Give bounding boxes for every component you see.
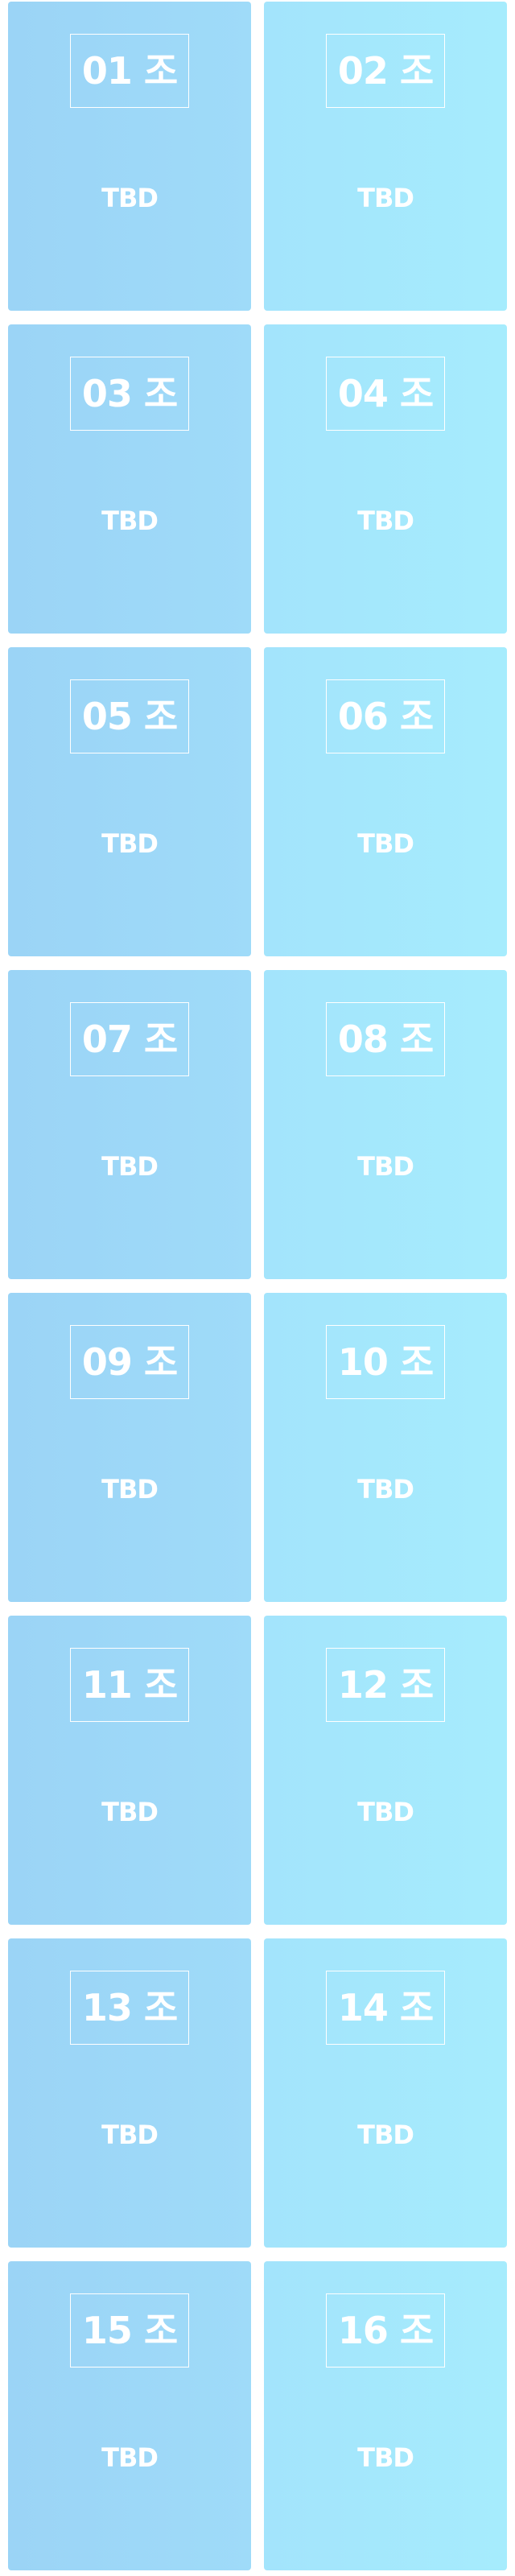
group-status: TBD [357, 1151, 414, 1182]
group-label: 07 조 [81, 1018, 178, 1061]
group-label-box: 14 조 [326, 1971, 445, 2045]
group-card-02[interactable]: 02 조 TBD [264, 2, 507, 311]
group-label: 09 조 [81, 1340, 178, 1384]
group-label: 11 조 [81, 1663, 178, 1707]
group-label-box: 07 조 [70, 1002, 189, 1076]
group-status: TBD [101, 506, 159, 536]
group-card-12[interactable]: 12 조 TBD [264, 1616, 507, 1925]
group-label: 16 조 [337, 2309, 434, 2352]
group-status: TBD [101, 828, 159, 859]
group-status: TBD [357, 506, 414, 536]
group-label-box: 04 조 [326, 357, 445, 431]
group-label: 04 조 [337, 372, 434, 415]
group-status: TBD [357, 2120, 414, 2150]
group-label-box: 13 조 [70, 1971, 189, 2045]
group-label: 08 조 [337, 1018, 434, 1061]
group-label-box: 10 조 [326, 1325, 445, 1399]
group-card-10[interactable]: 10 조 TBD [264, 1293, 507, 1602]
group-card-11[interactable]: 11 조 TBD [8, 1616, 251, 1925]
group-grid: 01 조 TBD 02 조 TBD 03 조 TBD 04 조 TBD 05 조… [0, 0, 515, 2576]
group-label-box: 05 조 [70, 679, 189, 753]
group-label-box: 06 조 [326, 679, 445, 753]
group-card-07[interactable]: 07 조 TBD [8, 970, 251, 1279]
group-label-box: 08 조 [326, 1002, 445, 1076]
group-label-box: 02 조 [326, 34, 445, 108]
group-label-box: 11 조 [70, 1648, 189, 1722]
group-label-box: 15 조 [70, 2293, 189, 2368]
group-status: TBD [101, 183, 159, 213]
group-status: TBD [101, 1151, 159, 1182]
group-card-04[interactable]: 04 조 TBD [264, 324, 507, 634]
group-status: TBD [101, 1797, 159, 1827]
group-status: TBD [101, 2442, 159, 2473]
group-label: 05 조 [81, 695, 178, 738]
group-label: 06 조 [337, 695, 434, 738]
group-label-box: 09 조 [70, 1325, 189, 1399]
group-card-03[interactable]: 03 조 TBD [8, 324, 251, 634]
group-card-06[interactable]: 06 조 TBD [264, 647, 507, 956]
group-label-box: 16 조 [326, 2293, 445, 2368]
group-label: 02 조 [337, 49, 434, 93]
group-card-01[interactable]: 01 조 TBD [8, 2, 251, 311]
group-status: TBD [357, 1797, 414, 1827]
group-label: 01 조 [81, 49, 178, 93]
group-status: TBD [101, 2120, 159, 2150]
group-status: TBD [357, 828, 414, 859]
group-status: TBD [357, 1474, 414, 1505]
group-label-box: 03 조 [70, 357, 189, 431]
group-status: TBD [357, 183, 414, 213]
group-label: 15 조 [81, 2309, 178, 2352]
group-card-16[interactable]: 16 조 TBD [264, 2261, 507, 2570]
group-card-08[interactable]: 08 조 TBD [264, 970, 507, 1279]
group-status: TBD [357, 2442, 414, 2473]
group-card-09[interactable]: 09 조 TBD [8, 1293, 251, 1602]
group-label: 14 조 [337, 1986, 434, 2029]
group-label: 10 조 [337, 1340, 434, 1384]
group-card-15[interactable]: 15 조 TBD [8, 2261, 251, 2570]
group-label-box: 01 조 [70, 34, 189, 108]
group-label: 13 조 [81, 1986, 178, 2029]
group-card-13[interactable]: 13 조 TBD [8, 1938, 251, 2248]
group-label: 12 조 [337, 1663, 434, 1707]
group-card-14[interactable]: 14 조 TBD [264, 1938, 507, 2248]
group-status: TBD [101, 1474, 159, 1505]
group-card-05[interactable]: 05 조 TBD [8, 647, 251, 956]
group-label: 03 조 [81, 372, 178, 415]
group-label-box: 12 조 [326, 1648, 445, 1722]
